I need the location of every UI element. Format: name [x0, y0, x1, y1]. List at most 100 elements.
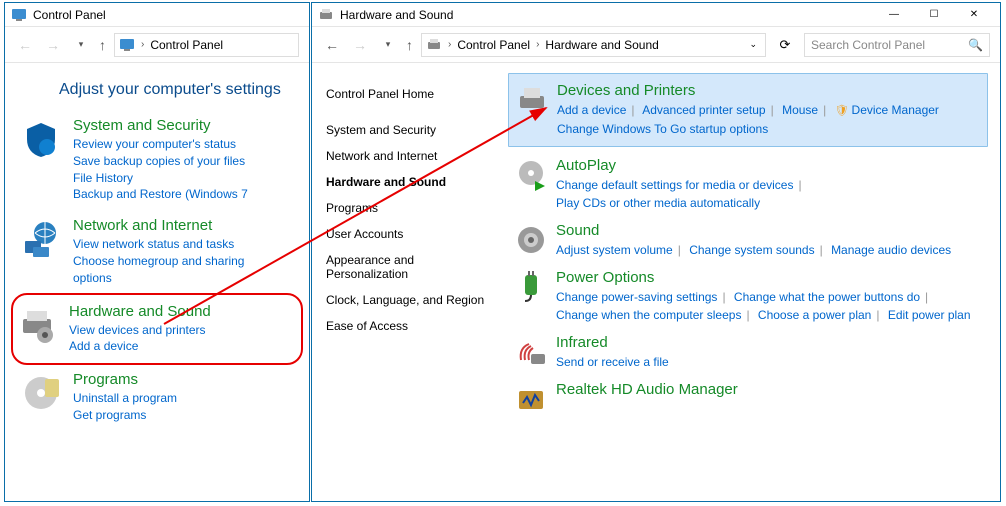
- section-link[interactable]: Choose a power plan: [758, 308, 871, 322]
- category-programs: Programs Uninstall a program Get program…: [19, 371, 295, 424]
- category-link[interactable]: Add a device: [69, 338, 293, 355]
- up-button[interactable]: ↑: [406, 37, 413, 53]
- category-hardware-sound: Hardware and Sound View devices and prin…: [15, 303, 293, 356]
- category-link[interactable]: View network status and tasks: [73, 236, 295, 253]
- printer-icon: [318, 7, 334, 23]
- section-sound: Sound Adjust system volume| Change syste…: [512, 222, 988, 259]
- sidebar: Control Panel Home System and Security N…: [312, 63, 508, 501]
- search-icon: 🔍: [968, 38, 983, 52]
- sidebar-item-clock[interactable]: Clock, Language, and Region: [326, 287, 494, 313]
- section-title[interactable]: AutoPlay: [556, 157, 988, 174]
- forward-button[interactable]: →: [350, 35, 370, 55]
- minimize-button[interactable]: —: [874, 4, 914, 26]
- sidebar-item-ease[interactable]: Ease of Access: [326, 313, 494, 339]
- globe-icon: [19, 217, 63, 261]
- up-button[interactable]: ↑: [99, 37, 106, 53]
- section-realtek: Realtek HD Audio Manager: [512, 381, 988, 417]
- printer-icon: [513, 82, 551, 118]
- section-link[interactable]: Change Windows To Go startup options: [557, 122, 768, 136]
- window-title: Control Panel: [33, 8, 106, 22]
- section-devices-printers: Devices and Printers Add a device| Advan…: [513, 82, 979, 138]
- titlebar: Hardware and Sound — ☐ ✕: [312, 3, 1000, 27]
- section-link[interactable]: Change system sounds: [689, 243, 814, 257]
- section-link[interactable]: Add a device: [557, 103, 626, 117]
- hardware-sound-window: Hardware and Sound — ☐ ✕ ← → ▾ ↑ › Contr…: [311, 2, 1001, 502]
- sidebar-item-home[interactable]: Control Panel Home: [326, 81, 494, 107]
- disc-play-icon: [512, 157, 550, 193]
- forward-button[interactable]: →: [43, 35, 63, 55]
- section-title[interactable]: Infrared: [556, 334, 988, 351]
- printer-icon: [15, 303, 59, 347]
- section-link[interactable]: Send or receive a file: [556, 355, 669, 369]
- category-link[interactable]: Choose homegroup and sharing: [73, 253, 295, 270]
- breadcrumb-item[interactable]: Control Panel: [457, 38, 530, 52]
- category-link[interactable]: Save backup copies of your files: [73, 153, 295, 170]
- breadcrumb-sep: ›: [141, 39, 144, 50]
- category-network-internet: Network and Internet View network status…: [19, 217, 295, 286]
- section-title[interactable]: Sound: [556, 222, 988, 239]
- category-title[interactable]: Network and Internet: [73, 217, 295, 234]
- breadcrumb[interactable]: › Control Panel: [114, 33, 299, 57]
- category-title[interactable]: Hardware and Sound: [69, 303, 293, 320]
- selected-section: Devices and Printers Add a device| Advan…: [508, 73, 988, 147]
- breadcrumb-item[interactable]: Hardware and Sound: [545, 38, 658, 52]
- sidebar-item-users[interactable]: User Accounts: [326, 221, 494, 247]
- sidebar-item-system[interactable]: System and Security: [326, 117, 494, 143]
- section-link[interactable]: Change when the computer sleeps: [556, 308, 741, 322]
- sidebar-item-appearance[interactable]: Appearance and Personalization: [326, 247, 494, 287]
- sidebar-item-network[interactable]: Network and Internet: [326, 143, 494, 169]
- section-link[interactable]: Edit power plan: [888, 308, 971, 322]
- close-button[interactable]: ✕: [954, 4, 994, 26]
- search-placeholder: Search Control Panel: [811, 38, 925, 52]
- section-link[interactable]: Advanced printer setup: [642, 103, 765, 117]
- maximize-button[interactable]: ☐: [914, 4, 954, 26]
- search-input[interactable]: Search Control Panel 🔍: [804, 33, 990, 57]
- section-link[interactable]: Manage audio devices: [831, 243, 951, 257]
- content-area: Adjust your computer's settings System a…: [5, 63, 309, 448]
- power-icon: [512, 269, 550, 305]
- history-dropdown[interactable]: ▾: [71, 35, 91, 55]
- section-infrared: Infrared Send or receive a file: [512, 334, 988, 371]
- breadcrumb-icon: [426, 37, 442, 53]
- category-link[interactable]: Get programs: [73, 407, 295, 424]
- category-link[interactable]: Backup and Restore (Windows 7: [73, 186, 295, 203]
- section-link[interactable]: Change default settings for media or dev…: [556, 178, 793, 192]
- refresh-button[interactable]: ⟳: [774, 37, 796, 53]
- history-dropdown[interactable]: ▾: [378, 35, 398, 55]
- section-link[interactable]: Device Manager: [852, 103, 939, 117]
- back-button[interactable]: ←: [322, 35, 342, 55]
- category-system-security: System and Security Review your computer…: [19, 117, 295, 203]
- section-link[interactable]: Change power-saving settings: [556, 290, 717, 304]
- category-title[interactable]: Programs: [73, 371, 295, 388]
- section-link[interactable]: Mouse: [782, 103, 818, 117]
- breadcrumb-item[interactable]: Control Panel: [150, 38, 223, 52]
- sidebar-item-hardware[interactable]: Hardware and Sound: [326, 169, 494, 195]
- speaker-icon: [512, 222, 550, 258]
- category-title[interactable]: System and Security: [73, 117, 295, 134]
- disc-icon: [19, 371, 63, 415]
- category-link[interactable]: options: [73, 270, 295, 287]
- section-link[interactable]: Play CDs or other media automatically: [556, 196, 760, 210]
- back-button[interactable]: ←: [15, 35, 35, 55]
- section-title[interactable]: Realtek HD Audio Manager: [556, 381, 988, 398]
- section-link[interactable]: Change what the power buttons do: [734, 290, 920, 304]
- sidebar-item-programs[interactable]: Programs: [326, 195, 494, 221]
- infrared-icon: [512, 334, 550, 370]
- page-heading: Adjust your computer's settings: [59, 81, 295, 99]
- detail-panel: Devices and Printers Add a device| Advan…: [508, 63, 1000, 501]
- window-title: Hardware and Sound: [340, 8, 453, 22]
- control-panel-icon: [11, 7, 27, 23]
- category-link[interactable]: Review your computer's status: [73, 136, 295, 153]
- titlebar: Control Panel: [5, 3, 309, 27]
- breadcrumb[interactable]: › Control Panel › Hardware and Sound ⌄: [421, 33, 766, 57]
- section-link[interactable]: Adjust system volume: [556, 243, 673, 257]
- section-title[interactable]: Devices and Printers: [557, 82, 979, 99]
- shield-icon: 🛡: [835, 105, 849, 117]
- breadcrumb-icon: [119, 37, 135, 53]
- section-title[interactable]: Power Options: [556, 269, 988, 286]
- breadcrumb-dropdown[interactable]: ⌄: [745, 39, 761, 50]
- nav-bar: ← → ▾ ↑ › Control Panel: [5, 27, 309, 63]
- category-link[interactable]: Uninstall a program: [73, 390, 295, 407]
- category-link[interactable]: File History: [73, 170, 295, 187]
- category-link[interactable]: View devices and printers: [69, 322, 293, 339]
